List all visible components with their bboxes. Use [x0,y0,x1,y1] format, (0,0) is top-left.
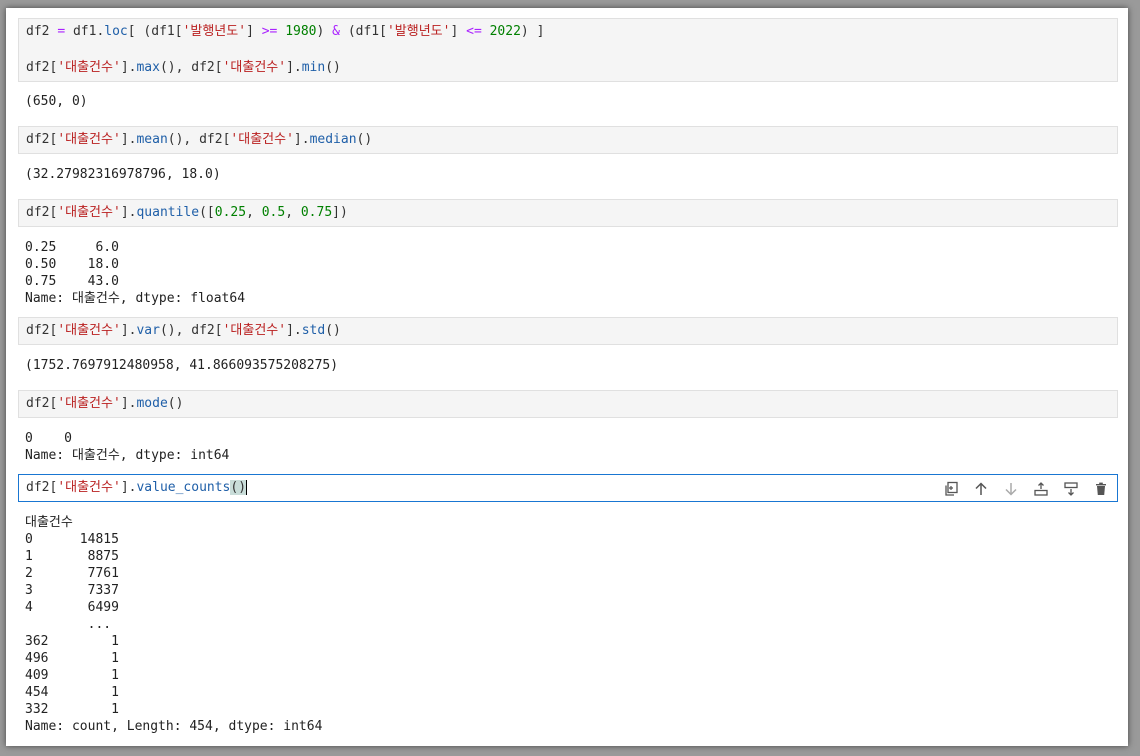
code-cell-1[interactable]: df2 = df1.loc[ (df1['발행년도'] >= 1980) & (… [18,18,1118,82]
cell-toolbar [941,479,1111,499]
output-line: 0 14815 [25,532,119,547]
move-down-icon[interactable] [1001,479,1021,499]
code-line: df2['대출건수'].quantile([0.25, 0.5, 0.75]) [26,205,348,220]
duplicate-icon[interactable] [941,479,961,499]
output-line: 대출건수 [25,515,73,530]
code-cell-3[interactable]: df2['대출건수'].quantile([0.25, 0.5, 0.75]) [18,199,1118,227]
output-line: 0.75 43.0 [25,274,119,289]
insert-above-icon[interactable] [1031,479,1051,499]
output-line: 3 7337 [25,583,119,598]
output-line: 0.50 18.0 [25,257,119,272]
output-line: 332 1 [25,702,119,717]
output-line: Name: 대출건수, dtype: int64 [25,448,230,463]
output-line: 362 1 [25,634,119,649]
code-line: df2['대출건수'].max(), df2['대출건수'].min() [26,60,341,75]
matched-parentheses: () [230,480,247,495]
code-cell-2[interactable]: df2['대출건수'].mean(), df2['대출건수'].median() [18,126,1118,154]
output-line: 454 1 [25,685,119,700]
output-line: Name: count, Length: 454, dtype: int64 [25,719,323,734]
code-line[interactable]: df2['대출건수'].value_counts() [26,479,248,497]
output-line: 409 1 [25,668,119,683]
code-cell-4[interactable]: df2['대출건수'].var(), df2['대출건수'].std() [18,317,1118,345]
delete-icon[interactable] [1091,479,1111,499]
output-line: 1 8875 [25,549,119,564]
output-line: Name: 대출건수, dtype: float64 [25,291,246,306]
output-line: (1752.7697912480958, 41.866093575208275) [25,358,339,373]
insert-below-icon[interactable] [1061,479,1081,499]
output-line: 496 1 [25,651,119,666]
code-line: df2['대출건수'].var(), df2['대출건수'].std() [26,323,341,338]
notebook-page: df2 = df1.loc[ (df1['발행년도'] >= 1980) & (… [6,8,1128,746]
output-line: (32.27982316978796, 18.0) [25,167,221,182]
output-line: 2 7761 [25,566,119,581]
output-line: (650, 0) [25,94,88,109]
code-line: df2 = df1.loc[ (df1['발행년도'] >= 1980) & (… [26,24,545,39]
output-line: 0.25 6.0 [25,240,119,255]
code-line: df2['대출건수'].mode() [26,396,184,411]
output-line: ... [25,617,112,632]
text-cursor [246,480,248,495]
output-line: 4 6499 [25,600,119,615]
code-cell-6-active[interactable]: df2['대출건수'].value_counts() [18,474,1118,502]
code-cell-5[interactable]: df2['대출건수'].mode() [18,390,1118,418]
output-line: 0 0 [25,431,72,446]
move-up-icon[interactable] [971,479,991,499]
code-line: df2['대출건수'].mean(), df2['대출건수'].median() [26,132,373,147]
